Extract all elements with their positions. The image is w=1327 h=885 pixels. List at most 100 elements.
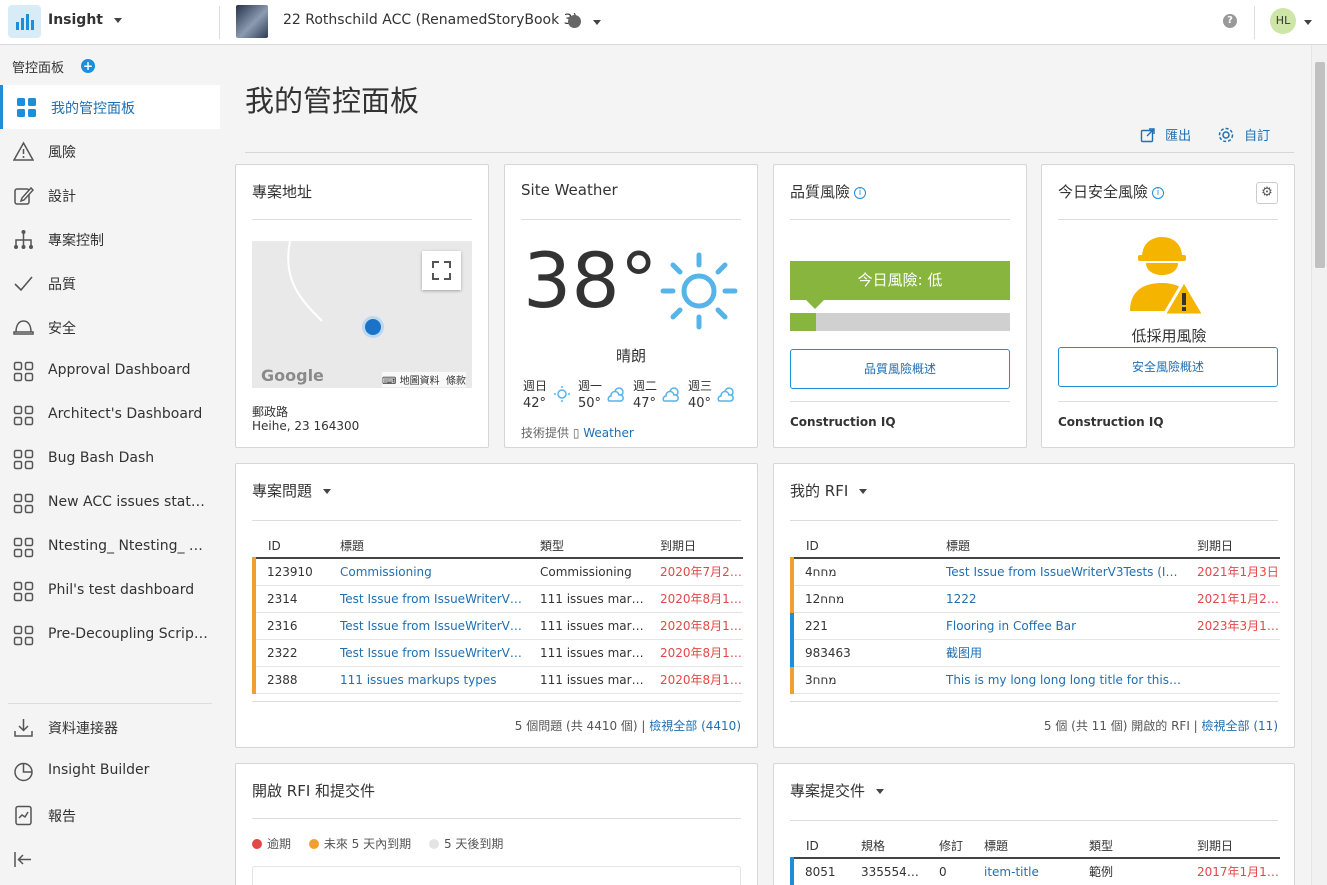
table-row[interactable]: 2316 Test Issue from IssueWriterV2... 111 … bbox=[252, 612, 743, 640]
forecast-day: 週二 47° bbox=[633, 377, 688, 411]
sidebar-item-label: 設計 bbox=[48, 189, 76, 205]
sidebar-item-ntesting[interactable]: Ntesting_ Ntesting_ N... bbox=[0, 525, 220, 569]
cell-id: 983463 bbox=[790, 639, 932, 667]
avatar[interactable]: HL bbox=[1270, 8, 1296, 34]
map-attribution: ⌨ 地圖資料 條款 bbox=[382, 372, 466, 387]
sidebar-item-insight-builder[interactable]: Insight Builder bbox=[0, 749, 220, 793]
column-header[interactable]: 到期日 bbox=[1183, 834, 1280, 859]
project-chevron-down-icon[interactable] bbox=[593, 20, 601, 25]
quality-risk-overview-button[interactable]: 品質風險概述 bbox=[790, 349, 1010, 389]
scrollbar-thumb[interactable] bbox=[1315, 62, 1325, 268]
app-switcher[interactable]: Insight bbox=[48, 12, 122, 28]
column-header[interactable]: 標題 bbox=[326, 534, 526, 559]
sidebar-item-pre-decoupling[interactable]: Pre-Decoupling Script ... bbox=[0, 613, 220, 657]
fullscreen-button[interactable] bbox=[422, 251, 461, 290]
column-header[interactable]: ID bbox=[792, 534, 932, 559]
column-header[interactable]: ID bbox=[254, 534, 326, 559]
help-icon[interactable]: ? bbox=[1223, 14, 1237, 28]
sidebar-item-bug-bash-dash[interactable]: Bug Bash Dash bbox=[0, 437, 220, 481]
table-row[interactable]: 221 Flooring in Coffee Bar 2023年3月10... bbox=[790, 612, 1280, 640]
column-header[interactable]: 類型 bbox=[526, 534, 646, 559]
sidebar-item-safety[interactable]: 安全 bbox=[0, 305, 220, 349]
cell-type: 111 issues mark... bbox=[526, 666, 646, 694]
card-title-dropdown[interactable]: 我的 RFI bbox=[790, 480, 868, 501]
rfi-title-link[interactable]: This is my long long long title for this… bbox=[932, 666, 1183, 694]
sidebar-item-quality[interactable]: 品質 bbox=[0, 261, 220, 305]
divider bbox=[219, 6, 220, 39]
card-title-dropdown[interactable]: 專案問題 bbox=[252, 480, 331, 501]
issue-title-link[interactable]: Test Issue from IssueWriterV2... bbox=[326, 639, 526, 667]
table-row[interactable]: 983463 截图用 bbox=[790, 639, 1280, 667]
sidebar-item-project-control[interactable]: 專案控制 bbox=[0, 217, 220, 261]
rfi-title-link[interactable]: Test Issue from IssueWriterV3Tests (Is..… bbox=[932, 558, 1183, 586]
export-button[interactable]: 匯出 bbox=[1140, 125, 1191, 144]
column-header[interactable]: 規格 bbox=[847, 834, 925, 859]
sidebar-item-data-connector[interactable]: 資料連接器 bbox=[0, 705, 220, 749]
map[interactable]: Google ⌨ 地圖資料 條款 bbox=[252, 241, 472, 388]
submittals-table: ID 規格 修訂 標題 類型 到期日 8051 3355546... 0 item-t… bbox=[790, 834, 1280, 885]
table-row[interactable]: 2322 Test Issue from IssueWriterV2... 111 … bbox=[252, 639, 743, 667]
submittal-title-link[interactable]: item-title bbox=[970, 858, 1075, 885]
issue-title-link[interactable]: 111 issues markups types bbox=[326, 666, 526, 694]
sidebar-item-reports[interactable]: 報告 bbox=[0, 793, 220, 837]
chevron-down-icon bbox=[113, 17, 122, 23]
risk-level-banner: 今日風險: 低 bbox=[790, 261, 1010, 309]
table-row[interactable]: 2388 111 issues markups types 111 issues m… bbox=[252, 666, 743, 694]
add-dashboard-icon[interactable]: + bbox=[81, 59, 95, 73]
table-row[interactable]: 12מחח 1222 2021年1月20日 bbox=[790, 585, 1280, 613]
safety-risk-overview-button[interactable]: 安全風險概述 bbox=[1058, 347, 1278, 387]
info-icon[interactable]: i bbox=[1152, 186, 1165, 199]
sidebar-item-new-acc-issues[interactable]: New ACC issues status... bbox=[0, 481, 220, 525]
column-header[interactable]: 標題 bbox=[932, 534, 1183, 559]
view-all-rfi-link[interactable]: 檢視全部 (11) bbox=[1202, 719, 1278, 733]
globe-icon bbox=[568, 15, 581, 28]
issue-title-link[interactable]: Test Issue from IssueWriterV2... bbox=[326, 612, 526, 640]
settings-gear-icon[interactable]: ⚙ bbox=[1256, 182, 1278, 204]
rfi-title-link[interactable]: Flooring in Coffee Bar bbox=[932, 612, 1183, 640]
info-icon[interactable]: i bbox=[854, 186, 867, 199]
cell-id: 123910 bbox=[252, 558, 326, 586]
table-row[interactable]: 3מחח This is my long long long title for … bbox=[790, 666, 1280, 694]
issue-title-link[interactable]: Test Issue from IssueWriterV2... bbox=[326, 585, 526, 613]
card-title: 專案提交件 bbox=[790, 782, 866, 800]
card-title-dropdown[interactable]: 專案提交件 bbox=[790, 780, 884, 801]
column-header[interactable]: ID bbox=[792, 834, 847, 859]
keyboard-icon[interactable]: ⌨ bbox=[382, 376, 396, 387]
sidebar-item-design[interactable]: 設計 bbox=[0, 173, 220, 217]
map-terms-link[interactable]: 條款 bbox=[446, 376, 466, 387]
gear-icon bbox=[1218, 127, 1234, 143]
rfi-title-link[interactable]: 截图用 bbox=[932, 639, 1183, 667]
customize-button[interactable]: 自訂 bbox=[1217, 125, 1270, 144]
sidebar-item-label: Architect's Dashboard bbox=[48, 406, 203, 422]
table-row[interactable]: 2314 Test Issue from IssueWriterV2... 111 … bbox=[252, 585, 743, 613]
legend: 逾期 未來 5 天內到期 5 天後到期 bbox=[252, 835, 503, 852]
map-data-link[interactable]: 地圖資料 bbox=[400, 376, 440, 387]
insight-logo-icon[interactable] bbox=[8, 5, 41, 38]
user-menu-chevron-icon[interactable] bbox=[1304, 20, 1312, 25]
card-divider bbox=[1058, 219, 1278, 220]
column-header[interactable]: 到期日 bbox=[646, 534, 743, 559]
column-header[interactable]: 修訂 bbox=[925, 834, 970, 859]
weather-link[interactable]: Weather bbox=[583, 426, 634, 440]
forecast-day: 週日 42° bbox=[523, 377, 578, 411]
legend-dot bbox=[308, 839, 319, 849]
collapse-sidebar-icon[interactable] bbox=[13, 849, 34, 870]
table-row[interactable]: 8051 3355546... 0 item-title 範例 2017年1月15日 bbox=[790, 858, 1280, 885]
sidebar-item-architects-dashboard[interactable]: Architect's Dashboard bbox=[0, 393, 220, 437]
rfi-title-link[interactable]: 1222 bbox=[932, 585, 1183, 613]
vertical-scrollbar[interactable] bbox=[1311, 45, 1327, 885]
sidebar-item-my-dashboard[interactable]: 我的管控面板 bbox=[0, 85, 220, 129]
table-row[interactable]: 123910 Commissioning Commissioning 2020年7月2… bbox=[252, 558, 743, 586]
issue-title-link[interactable]: Commissioning bbox=[326, 558, 526, 586]
table-row[interactable]: 4מחח Test Issue from IssueWriterV3Tests (… bbox=[790, 558, 1280, 586]
column-header[interactable]: 標題 bbox=[970, 834, 1075, 859]
view-all-issues-link[interactable]: 檢視全部 (4410) bbox=[649, 719, 741, 733]
grid-outline-icon bbox=[13, 625, 34, 646]
sidebar-item-risk[interactable]: 風險 bbox=[0, 129, 220, 173]
column-header[interactable]: 到期日 bbox=[1183, 534, 1280, 559]
project-name[interactable]: 22 Rothschild ACC (RenamedStoryBook 3) bbox=[283, 12, 578, 28]
sidebar-item-approval-dashboard[interactable]: Approval Dashboard bbox=[0, 349, 220, 393]
sidebar-item-label: Ntesting_ Ntesting_ N... bbox=[48, 538, 210, 554]
sidebar-item-phils-test[interactable]: Phil's test dashboard bbox=[0, 569, 220, 613]
column-header[interactable]: 類型 bbox=[1075, 834, 1183, 859]
